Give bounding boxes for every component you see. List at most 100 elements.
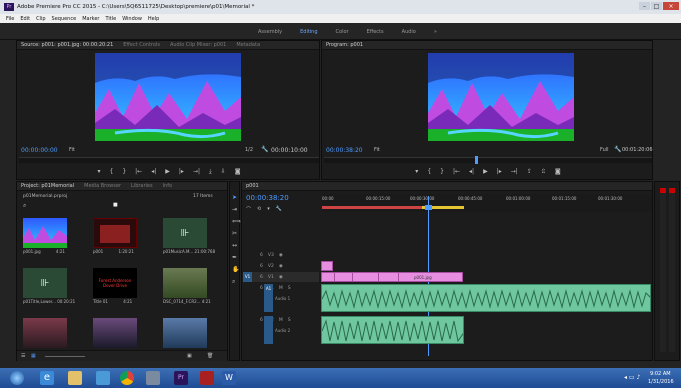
clock-date[interactable]: 1/31/2016 (648, 379, 674, 385)
workspace-more[interactable]: » (434, 29, 437, 35)
step-back-icon[interactable]: ◂| (469, 168, 474, 175)
project-item[interactable]: DSC_0714_F.CR2... 4:21 (163, 268, 211, 304)
tab-audio-clip-mixer[interactable]: Audio Clip Mixer: p001 (170, 42, 226, 48)
lock-icon[interactable]: 6 (260, 318, 263, 323)
program-playhead[interactable] (475, 156, 478, 164)
project-item[interactable]: p001 1:20:21 (93, 218, 137, 254)
chrome-icon[interactable] (120, 371, 134, 385)
source-fit-dropdown[interactable]: Fit (69, 147, 75, 153)
maximize-icon[interactable]: □ (651, 2, 662, 10)
zoom-slider[interactable] (45, 356, 85, 357)
tab-info[interactable]: Info (163, 183, 172, 189)
lock-icon[interactable]: 6 (260, 286, 263, 291)
export-frame-icon[interactable]: ◙ (555, 168, 561, 175)
tab-effect-controls[interactable]: Effect Controls (123, 42, 160, 48)
go-to-out-icon[interactable]: →| (193, 168, 200, 175)
step-back-icon[interactable]: ◂| (151, 168, 156, 175)
eye-icon[interactable]: ◉ (279, 253, 283, 258)
workspace-editing[interactable]: Editing (300, 29, 317, 35)
track-header-v3[interactable]: 6 V3 ◉ (252, 250, 319, 260)
snap-icon[interactable]: ⌒ (246, 206, 251, 213)
menu-marker[interactable]: Marker (82, 16, 99, 22)
track-header-v2[interactable]: 6 V2 ◉ (252, 261, 319, 271)
source-patch-a1[interactable]: A1 (264, 284, 273, 312)
wrench-icon[interactable]: 🔧 (261, 146, 268, 153)
audio-clip-a2[interactable] (321, 316, 464, 344)
menu-clip[interactable]: Clip (36, 16, 45, 22)
solo-icon[interactable]: S (288, 286, 291, 291)
go-to-in-icon[interactable]: |← (453, 168, 460, 175)
tab-sequence[interactable]: p001 (246, 183, 259, 189)
wrench-icon[interactable]: 🔧 (614, 146, 621, 153)
menu-help[interactable]: Help (148, 16, 159, 22)
pinned-app-icon[interactable] (200, 371, 214, 385)
media-player-icon[interactable] (96, 371, 110, 385)
wrench-icon[interactable]: 🔧 (276, 206, 282, 213)
track-target-a2[interactable] (264, 316, 273, 344)
tab-libraries[interactable]: Libraries (131, 183, 153, 189)
track-select-tool-icon[interactable]: ⇥ (232, 206, 237, 213)
tab-program[interactable]: Program: p001 (326, 42, 363, 48)
mark-in-icon[interactable]: { (110, 168, 114, 175)
playhead-handle[interactable] (425, 205, 432, 210)
project-item[interactable]: ⊪ p01MusicA.M... 21:00:768 (163, 218, 215, 254)
mute-icon[interactable]: M (279, 286, 283, 291)
clock-time[interactable]: 9:02 AM (650, 371, 671, 377)
word-icon[interactable]: W (222, 371, 236, 385)
step-forward-icon[interactable]: |▸ (179, 168, 184, 175)
menu-sequence[interactable]: Sequence (52, 16, 77, 22)
marker-icon[interactable]: ▾ (97, 168, 100, 175)
source-patch-v1[interactable]: V1 (243, 272, 252, 282)
program-timecode[interactable]: 00:00:38:20 (326, 147, 363, 154)
search-icon[interactable]: ⌕ (23, 202, 26, 210)
razor-tool-icon[interactable]: ✂ (232, 230, 237, 237)
source-timeline-ruler[interactable] (19, 157, 319, 163)
icon-view-icon[interactable]: ▦ (31, 353, 36, 359)
pen-tool-icon[interactable]: ✒ (232, 254, 237, 261)
tab-source[interactable]: Source: p001: p001.jpg: 00:00:20:21 (21, 42, 113, 48)
project-item[interactable] (93, 318, 137, 348)
zoom-tool-icon[interactable]: ⌕ (232, 278, 235, 286)
minimize-icon[interactable]: – (639, 2, 650, 10)
mute-icon[interactable]: M (279, 318, 283, 323)
project-item[interactable]: Forest Anderson Dover Drive Title 01 4:2… (93, 268, 137, 304)
program-fit-dropdown[interactable]: Fit (374, 147, 380, 153)
workspace-color[interactable]: Color (336, 29, 349, 35)
source-ratio-dropdown[interactable]: 1/2 (245, 147, 253, 153)
start-button[interactable] (10, 371, 24, 385)
mark-out-icon[interactable]: } (122, 168, 126, 175)
new-item-icon[interactable]: ▣ (187, 353, 192, 359)
workspace-effects[interactable]: Effects (367, 29, 384, 35)
close-icon[interactable]: × (663, 2, 679, 10)
go-to-in-icon[interactable]: |← (135, 168, 142, 175)
go-to-out-icon[interactable]: →| (511, 168, 518, 175)
list-view-icon[interactable]: ☰ (21, 353, 25, 359)
toggle-output-icon[interactable]: 6 (260, 253, 263, 258)
slip-tool-icon[interactable]: ↔ (232, 242, 237, 249)
lift-icon[interactable]: ⇪ (527, 168, 532, 175)
project-item[interactable] (163, 318, 207, 348)
workspace-assembly[interactable]: Assembly (258, 29, 282, 35)
mark-in-icon[interactable]: { (427, 168, 431, 175)
tab-metadata[interactable]: Metadata (236, 42, 260, 48)
audio-clip-a1[interactable] (321, 284, 651, 312)
internet-explorer-icon[interactable]: e (40, 371, 54, 385)
add-marker-icon[interactable]: ▾ (267, 206, 270, 213)
solo-icon[interactable]: S (288, 318, 291, 323)
marker-icon[interactable]: ▾ (415, 168, 418, 175)
project-item[interactable] (23, 318, 67, 348)
program-timeline-ruler[interactable] (324, 156, 652, 164)
pinned-app-icon[interactable] (146, 371, 160, 385)
hand-tool-icon[interactable]: ✋ (232, 266, 239, 273)
program-ratio-dropdown[interactable]: Full (600, 147, 609, 153)
eye-icon[interactable]: ◉ (279, 264, 283, 269)
timeline-ruler[interactable]: 00:00 00:00:15:00 00:00:30:00 00:00:45:0… (322, 194, 652, 212)
workspace-audio[interactable]: Audio (402, 29, 416, 35)
linked-selection-icon[interactable]: ⟲ (257, 206, 261, 213)
new-bin-icon[interactable]: ■ (113, 202, 118, 208)
play-icon[interactable]: ▶ (165, 168, 170, 175)
project-item[interactable]: ⊪ p01Title,Lower... 00:20:21 (23, 268, 75, 304)
export-frame-icon[interactable]: ◙ (235, 168, 241, 175)
selection-tool-icon[interactable]: ➤ (232, 194, 237, 201)
mark-out-icon[interactable]: } (440, 168, 444, 175)
